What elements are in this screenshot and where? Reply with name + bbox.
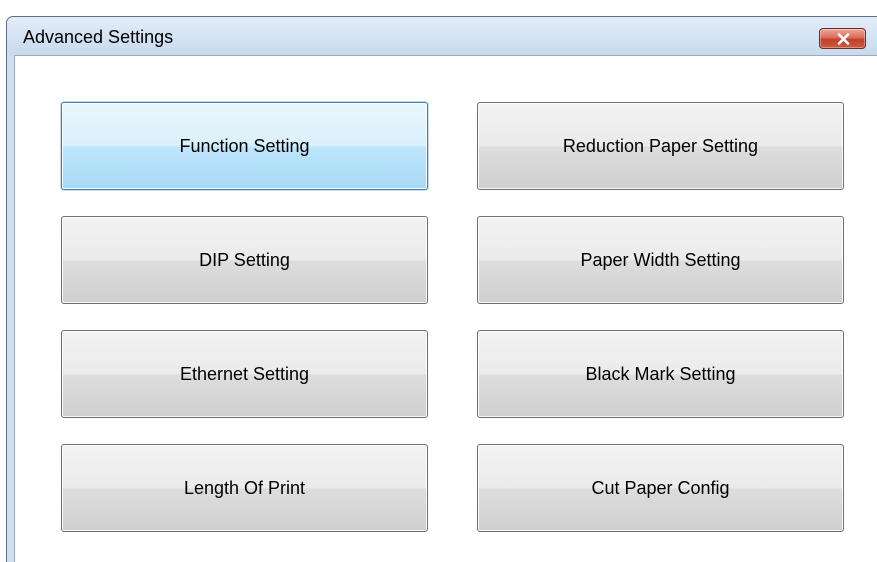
ethernet-setting-button[interactable]: Ethernet Setting — [61, 330, 428, 418]
window-title: Advanced Settings — [23, 27, 174, 47]
function-setting-button[interactable]: Function Setting — [61, 102, 428, 190]
title-bar[interactable]: Advanced Settings — [7, 17, 877, 55]
close-icon — [837, 33, 850, 45]
reduction-paper-setting-button[interactable]: Reduction Paper Setting — [477, 102, 844, 190]
length-of-print-button[interactable]: Length Of Print — [61, 444, 428, 532]
paper-width-setting-button[interactable]: Paper Width Setting — [477, 216, 844, 304]
cut-paper-config-button[interactable]: Cut Paper Config — [477, 444, 844, 532]
dip-setting-button[interactable]: DIP Setting — [61, 216, 428, 304]
close-button[interactable] — [819, 28, 866, 49]
dialog-content: Function Setting Reduction Paper Setting… — [14, 55, 877, 562]
black-mark-setting-button[interactable]: Black Mark Setting — [477, 330, 844, 418]
advanced-settings-window: Advanced Settings Function Setting Reduc… — [6, 16, 877, 562]
